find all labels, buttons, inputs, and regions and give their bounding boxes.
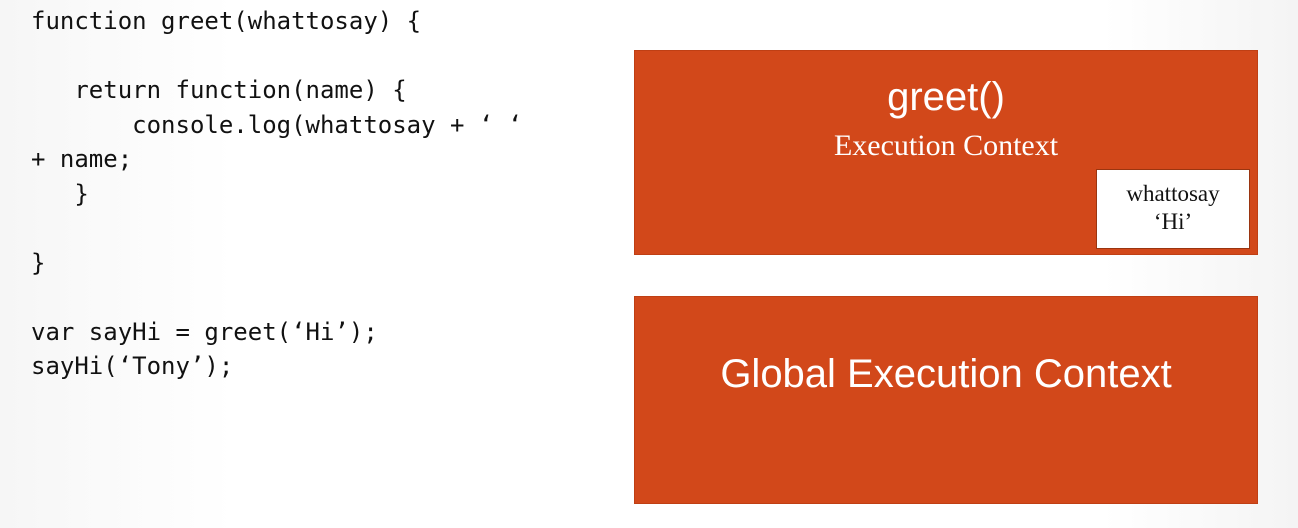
variable-name: whattosay [1126, 181, 1220, 206]
global-context-title: Global Execution Context [720, 352, 1172, 396]
code-line: + name; [31, 145, 133, 173]
code-line: function greet(whattosay) { [31, 7, 422, 35]
global-execution-context: Global Execution Context [634, 296, 1258, 504]
code-line: } [31, 248, 46, 277]
code-line: var sayHi = greet(‘Hi’); [31, 317, 378, 346]
code-line: console.log(whattosay + ‘ ‘ [31, 110, 523, 139]
whattosay-variable-box: whattosay ‘Hi’ [1096, 169, 1250, 249]
greet-execution-context: greet() Execution Context whattosay ‘Hi’ [634, 50, 1258, 255]
code-snippet: function greet(whattosay) { return funct… [31, 4, 611, 384]
code-line: return function(name) { [31, 76, 407, 104]
code-line: } [31, 179, 89, 208]
greet-context-subtitle: Execution Context [833, 129, 1059, 162]
variable-value: ‘Hi’ [1153, 209, 1193, 234]
greet-context-title: greet() [887, 75, 1005, 119]
code-line: sayHi(‘Tony’); [31, 352, 234, 380]
